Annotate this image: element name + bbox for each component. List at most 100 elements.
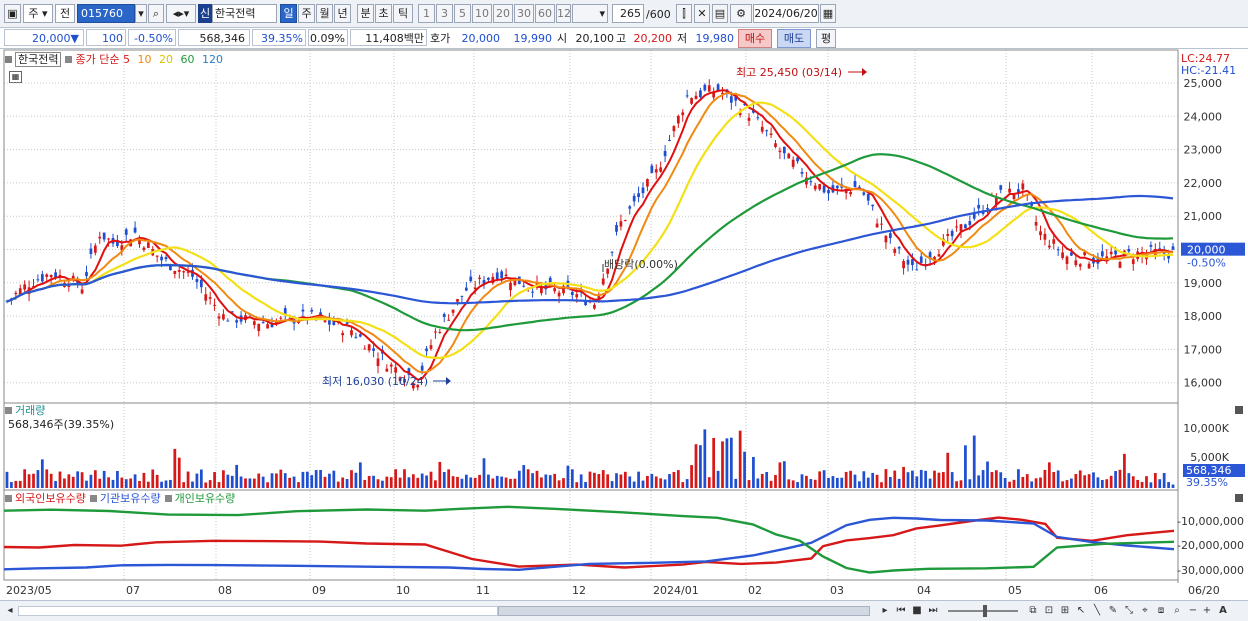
rewind-icon[interactable]: ⏮ [894, 604, 908, 618]
candle-body [93, 245, 97, 253]
close-icon[interactable] [1235, 406, 1243, 414]
ma5-line [6, 89, 1174, 381]
volume-bar [902, 466, 905, 488]
candle-body [769, 133, 773, 135]
holding-tick-label: -10,000,000 [1177, 515, 1244, 528]
candle-body [208, 297, 212, 299]
volume-bar [217, 482, 221, 488]
volume-bar [809, 479, 813, 488]
plus-icon[interactable]: + [1200, 604, 1214, 618]
volume-bar [1092, 472, 1095, 488]
date-tick-label: 06/20 [1188, 584, 1220, 597]
candle-body [155, 255, 159, 257]
volume-bar [1131, 476, 1135, 488]
candle-body [778, 150, 782, 153]
price-tick-label: 22,000 [1184, 177, 1223, 190]
candle-body [760, 126, 764, 132]
candle-body [911, 259, 914, 265]
legend-foreign[interactable]: 외국인보유수량 [15, 492, 86, 505]
arrow-icon[interactable]: ↖ [1074, 604, 1088, 618]
volume-bar [570, 469, 574, 488]
volume-bar [429, 471, 433, 488]
volume-bar [1162, 473, 1166, 488]
volume-bar [752, 456, 755, 488]
font-icon[interactable]: A [1216, 604, 1230, 618]
candle-body [102, 232, 106, 240]
candle-body [429, 345, 433, 349]
candle-body [813, 185, 817, 190]
holding-tick-label: -30,000,000 [1177, 564, 1244, 577]
volume-bar [986, 461, 989, 488]
candle-body [464, 287, 468, 291]
pen-icon[interactable]: ✎ [1106, 604, 1120, 618]
volume-bar [950, 472, 954, 488]
volume-bar [1100, 480, 1104, 488]
volume-bar [738, 430, 742, 488]
volume-bar [350, 470, 353, 488]
volume-bar [866, 477, 870, 488]
volume-bar [805, 475, 808, 488]
legend-marker [5, 407, 12, 414]
date-tick-label: 2023/05 [6, 584, 52, 597]
candle-body [478, 277, 481, 279]
candle-body [235, 320, 239, 323]
volume-bar [244, 478, 247, 488]
volume-bar [1003, 477, 1007, 488]
candle-body [1056, 249, 1060, 251]
volume-bar [509, 478, 512, 488]
volume-bar [336, 481, 340, 488]
volume-bar [204, 482, 208, 488]
volume-bar [747, 480, 751, 488]
legend-individual[interactable]: 개인보유수량 [175, 492, 236, 505]
volume-bar [844, 471, 848, 488]
volume-bar [45, 469, 49, 488]
volume-bar [862, 471, 866, 488]
search-icon[interactable]: ⌕ [1170, 604, 1184, 618]
close-icon[interactable] [1235, 494, 1243, 502]
candle-body [252, 321, 256, 325]
measure-icon[interactable]: ⌖ [1138, 604, 1152, 618]
volume-bar [354, 472, 358, 488]
candle-body [98, 236, 102, 239]
volume-bar [473, 477, 477, 488]
volume-bar [880, 482, 883, 488]
volume-bar [623, 471, 627, 488]
candle-body [354, 336, 358, 338]
layer-icon[interactable]: ⧈ [1154, 604, 1168, 618]
scroll-track[interactable] [18, 606, 498, 616]
legend-institution[interactable]: 기관보유수량 [100, 492, 161, 505]
chart-canvas[interactable]: 25,000 24,000 23,000 22,000 21,000 20,000 19,0… [0, 0, 1248, 600]
candle-body [782, 146, 786, 154]
forward-icon[interactable]: ⏭ [926, 604, 940, 618]
volume-bar [690, 465, 693, 488]
candle-body [1039, 231, 1042, 236]
volume-title[interactable]: 거래량 [15, 404, 45, 417]
zoom-out-icon[interactable]: − [1186, 604, 1200, 618]
scroll-right-icon[interactable]: ▸ [878, 604, 892, 618]
grid-icon[interactable]: ⊞ [1058, 604, 1072, 618]
candle-body [222, 314, 225, 320]
volume-bar [522, 465, 526, 488]
candle-body [376, 358, 380, 367]
volume-bar [398, 477, 402, 488]
volume-bar [707, 477, 711, 488]
scroll-left-icon[interactable]: ◂ [3, 604, 17, 618]
scroll-thumb[interactable] [498, 606, 870, 616]
volume-bar [888, 477, 892, 488]
candle-body [67, 285, 71, 288]
volume-bar [699, 445, 702, 488]
copy-icon[interactable]: ⧉ [1026, 604, 1040, 618]
candle-body [394, 367, 398, 373]
volume-bar [107, 477, 110, 488]
candle-body [204, 294, 208, 301]
stop-icon[interactable]: ■ [910, 604, 924, 618]
volume-bar [579, 474, 583, 488]
zoom-handle[interactable] [983, 605, 987, 617]
link-icon[interactable]: ⊡ [1042, 604, 1056, 618]
candle-body [866, 194, 870, 201]
line-icon[interactable]: ╲ [1090, 604, 1104, 618]
volume-bar [734, 478, 738, 488]
draw-icon[interactable]: ⤡ [1122, 604, 1136, 618]
volume-bar [504, 477, 508, 488]
candle-body [1052, 239, 1056, 244]
